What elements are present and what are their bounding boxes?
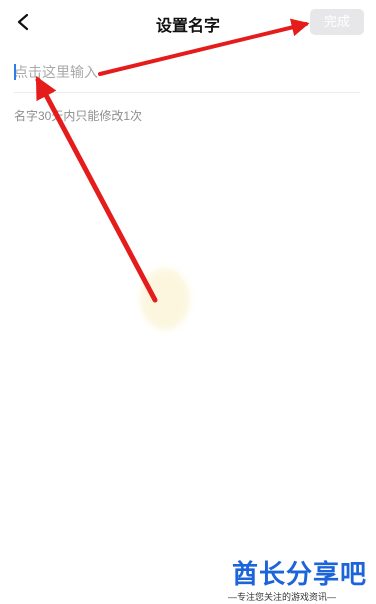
annotation-arrows (35, 18, 310, 303)
logo-slogan: —专注您关注的游戏资讯— (228, 592, 337, 602)
arrow-to-input (35, 76, 158, 303)
logo-text: 酋长分享吧 (232, 559, 368, 589)
site-logo: 酋长分享吧 —专注您关注的游戏资讯— (222, 552, 376, 604)
arrow-to-done-button (98, 18, 310, 76)
